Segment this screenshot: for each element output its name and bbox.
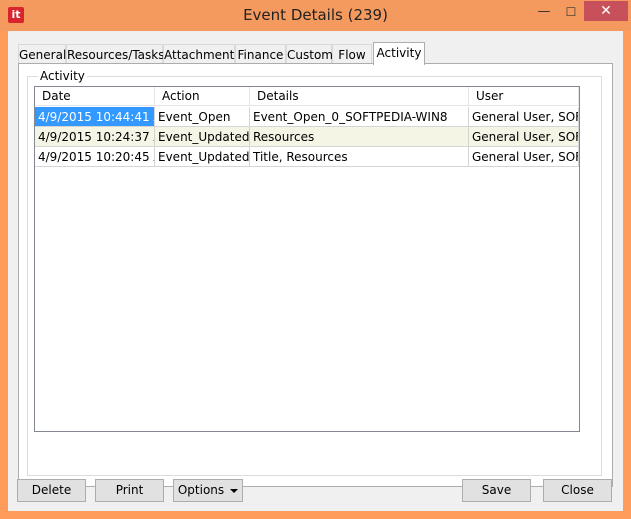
maximize-button[interactable]: ☐ bbox=[558, 1, 584, 23]
tab-general[interactable]: General bbox=[18, 44, 66, 64]
column-header-action[interactable]: Action bbox=[155, 87, 250, 106]
activity-row[interactable]: 4/9/2015 10:44:41 AM Event_Open Event_Op… bbox=[35, 107, 579, 127]
cell-action[interactable]: Event_Updated bbox=[155, 147, 250, 167]
close-window-button[interactable]: ✕ bbox=[584, 1, 628, 21]
cell-details[interactable]: Resources bbox=[250, 127, 469, 147]
activity-group-label: Activity bbox=[38, 69, 87, 83]
options-button-label: Options bbox=[177, 483, 225, 497]
activity-tab-page: Activity Date Action Details User 4/9/20… bbox=[18, 63, 613, 487]
close-button[interactable]: Close bbox=[543, 479, 612, 502]
cell-user[interactable]: General User, SOF... bbox=[469, 147, 579, 167]
column-header-date[interactable]: Date bbox=[35, 87, 155, 106]
tab-activity[interactable]: Activity bbox=[373, 42, 425, 65]
column-header-details[interactable]: Details bbox=[250, 87, 469, 106]
cell-date[interactable]: 4/9/2015 10:24:37 AM bbox=[35, 127, 155, 147]
event-details-window: it Event Details (239) — ☐ ✕ General Res… bbox=[0, 0, 631, 519]
tab-flow[interactable]: Flow bbox=[332, 44, 372, 64]
activity-row[interactable]: 4/9/2015 10:20:45 AM Event_Updated Title… bbox=[35, 147, 579, 167]
print-button[interactable]: Print bbox=[95, 479, 164, 502]
tab-resources-tasks[interactable]: Resources/Tasks bbox=[66, 44, 164, 64]
cell-date[interactable]: 4/9/2015 10:44:41 AM bbox=[35, 107, 155, 127]
cell-date[interactable]: 4/9/2015 10:20:45 AM bbox=[35, 147, 155, 167]
options-dropdown-button[interactable]: Options bbox=[173, 479, 243, 502]
activity-groupbox: Activity Date Action Details User 4/9/20… bbox=[27, 69, 602, 476]
dialog-client-area: General Resources/Tasks Attachments Fina… bbox=[8, 31, 623, 511]
activity-list-header: Date Action Details User bbox=[35, 87, 579, 107]
tab-finance[interactable]: Finance bbox=[235, 44, 286, 64]
column-header-user[interactable]: User bbox=[469, 87, 579, 106]
cell-user[interactable]: General User, SOF... bbox=[469, 107, 579, 127]
tab-attachments[interactable]: Attachments bbox=[163, 44, 241, 64]
minimize-button[interactable]: — bbox=[531, 1, 557, 23]
activity-list[interactable]: Date Action Details User 4/9/2015 10:44:… bbox=[34, 86, 580, 432]
tab-custom[interactable]: Custom bbox=[286, 44, 333, 64]
cell-details[interactable]: Title, Resources bbox=[250, 147, 469, 167]
title-bar[interactable]: it Event Details (239) — ☐ ✕ bbox=[0, 0, 631, 31]
activity-row[interactable]: 4/9/2015 10:24:37 AM Event_Updated Resou… bbox=[35, 127, 579, 147]
chevron-down-icon bbox=[230, 488, 239, 493]
save-button[interactable]: Save bbox=[462, 479, 531, 502]
delete-button[interactable]: Delete bbox=[17, 479, 86, 502]
cell-action[interactable]: Event_Open bbox=[155, 107, 250, 127]
cell-user[interactable]: General User, SOF... bbox=[469, 127, 579, 147]
cell-details[interactable]: Event_Open_0_SOFTPEDIA-WIN8 bbox=[250, 107, 469, 127]
cell-action[interactable]: Event_Updated bbox=[155, 127, 250, 147]
